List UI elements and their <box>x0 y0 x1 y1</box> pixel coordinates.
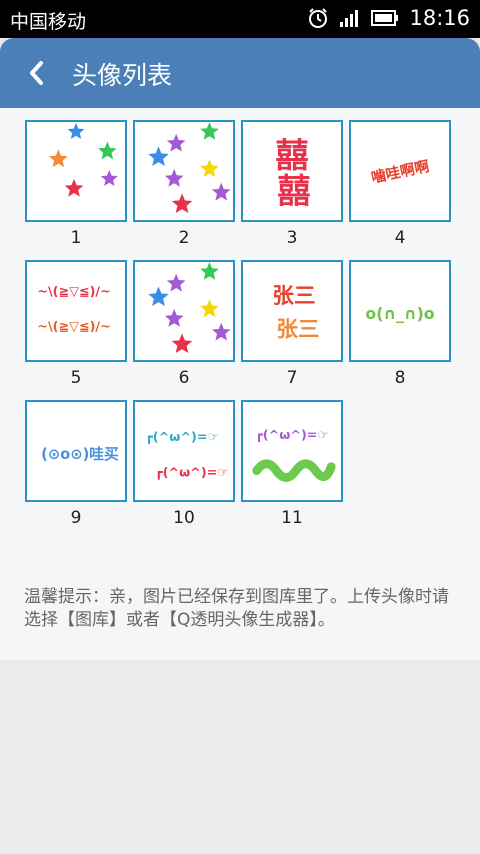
avatar-thumbnail[interactable]: o(∩_∩)o <box>349 260 451 362</box>
avatar-item[interactable]: 6 <box>132 260 236 388</box>
avatar-image: ~\(≧▽≦)/~ ~\(≧▽≦)/~ <box>37 284 110 335</box>
avatar-number: 5 <box>70 368 82 388</box>
app-bar: 头像列表 <box>0 38 480 108</box>
battery-icon <box>371 10 399 26</box>
avatar-thumbnail[interactable] <box>133 260 235 362</box>
avatar-item[interactable]: 囍囍 3 <box>240 120 344 248</box>
tip-text: 温馨提示：亲，图片已经保存到图库里了。上传头像时请选择【图库】或者【Q透明头像生… <box>24 587 449 630</box>
alarm-icon <box>309 8 328 28</box>
avatar-thumbnail[interactable]: ┏(^ω^)=☞ <box>241 400 343 502</box>
avatar-thumbnail[interactable]: (⊙o⊙)哇买 <box>25 400 127 502</box>
avatar-image: o(∩_∩)o <box>365 304 434 323</box>
svg-text:噛哇啊啊: 噛哇啊啊 <box>370 157 432 187</box>
avatar-item[interactable]: 2 <box>132 120 236 248</box>
avatar-number: 3 <box>286 228 298 248</box>
avatar-item[interactable]: 噛哇啊啊 4 <box>348 120 452 248</box>
avatar-thumbnail[interactable]: 张三 张三 <box>241 260 343 362</box>
avatar-number: 10 <box>173 508 195 528</box>
svg-text:囍: 囍 <box>275 136 308 175</box>
avatar-number: 9 <box>70 508 82 528</box>
avatar-thumbnail[interactable] <box>133 120 235 222</box>
avatar-item[interactable]: o(∩_∩)o 8 <box>348 260 452 388</box>
avatar-thumbnail[interactable]: ~\(≧▽≦)/~ ~\(≧▽≦)/~ <box>25 260 127 362</box>
avatar-number: 1 <box>70 228 82 248</box>
avatar-number: 7 <box>286 368 298 388</box>
avatar-thumbnail[interactable] <box>25 120 127 222</box>
avatar-image: ┏(^ω^)=☞ <box>252 428 336 482</box>
status-icons: 18:16 <box>307 6 470 30</box>
avatar-image: 囍囍 <box>275 136 310 210</box>
avatar-item[interactable]: 张三 张三 7 <box>240 260 344 388</box>
avatar-image <box>148 262 231 354</box>
avatar-thumbnail[interactable]: ┏(^ω^)=☞ ┏(^ω^)=☞ <box>133 400 235 502</box>
svg-text:张三: 张三 <box>276 317 319 342</box>
svg-text:┏(^ω^)=☞: ┏(^ω^)=☞ <box>145 430 219 445</box>
back-button[interactable] <box>18 54 54 92</box>
avatar-number: 6 <box>178 368 190 388</box>
svg-text:(⊙o⊙)哇买: (⊙o⊙)哇买 <box>41 445 119 463</box>
signal-icon <box>340 10 359 27</box>
avatar-item[interactable]: ~\(≧▽≦)/~ ~\(≧▽≦)/~ 5 <box>24 260 128 388</box>
avatar-image: (⊙o⊙)哇买 <box>41 445 119 463</box>
svg-text:~\(≧▽≦)/~: ~\(≧▽≦)/~ <box>37 284 110 299</box>
svg-text:┏(^ω^)=☞: ┏(^ω^)=☞ <box>155 465 229 480</box>
svg-text:┏(^ω^)=☞: ┏(^ω^)=☞ <box>255 428 329 443</box>
avatar-thumbnail[interactable]: 噛哇啊啊 <box>349 120 451 222</box>
avatar-item[interactable]: ┏(^ω^)=☞ 11 <box>240 400 344 528</box>
svg-text:囍: 囍 <box>277 171 310 210</box>
status-bar: 中国移动 18:16 <box>0 0 480 38</box>
clock: 18:16 <box>409 6 470 30</box>
page-title: 头像列表 <box>72 61 173 90</box>
avatar-number: 2 <box>178 228 190 248</box>
avatar-item[interactable]: ┏(^ω^)=☞ ┏(^ω^)=☞ 10 <box>132 400 236 528</box>
svg-text:~\(≧▽≦)/~: ~\(≧▽≦)/~ <box>37 320 110 335</box>
avatar-image: 噛哇啊啊 <box>370 157 432 187</box>
svg-text:o(∩_∩)o: o(∩_∩)o <box>365 304 434 323</box>
svg-text:张三: 张三 <box>272 284 315 309</box>
avatar-item[interactable]: 1 <box>24 120 128 248</box>
avatar-image <box>148 122 231 214</box>
carrier-label: 中国移动 <box>10 11 87 33</box>
avatar-number: 8 <box>394 368 406 388</box>
avatar-grid: 1 2 囍囍 3 噛哇啊啊 4 ~\(≧▽≦)/~ ~\(≧▽≦)/~ 5 6 张三 张三 7 o(∩_∩… <box>24 120 460 528</box>
back-arrow-icon <box>30 61 43 85</box>
content-area: 1 2 囍囍 3 噛哇啊啊 4 ~\(≧▽≦)/~ ~\(≧▽≦)/~ 5 6 张三 张三 7 o(∩_∩… <box>0 108 480 660</box>
avatar-number: 4 <box>394 228 406 248</box>
avatar-item[interactable]: (⊙o⊙)哇买 9 <box>24 400 128 528</box>
avatar-thumbnail[interactable]: 囍囍 <box>241 120 343 222</box>
avatar-image <box>49 122 118 197</box>
avatar-image: ┏(^ω^)=☞ ┏(^ω^)=☞ <box>145 430 229 480</box>
avatar-image: 张三张三 <box>272 284 319 342</box>
avatar-number: 11 <box>281 508 303 528</box>
